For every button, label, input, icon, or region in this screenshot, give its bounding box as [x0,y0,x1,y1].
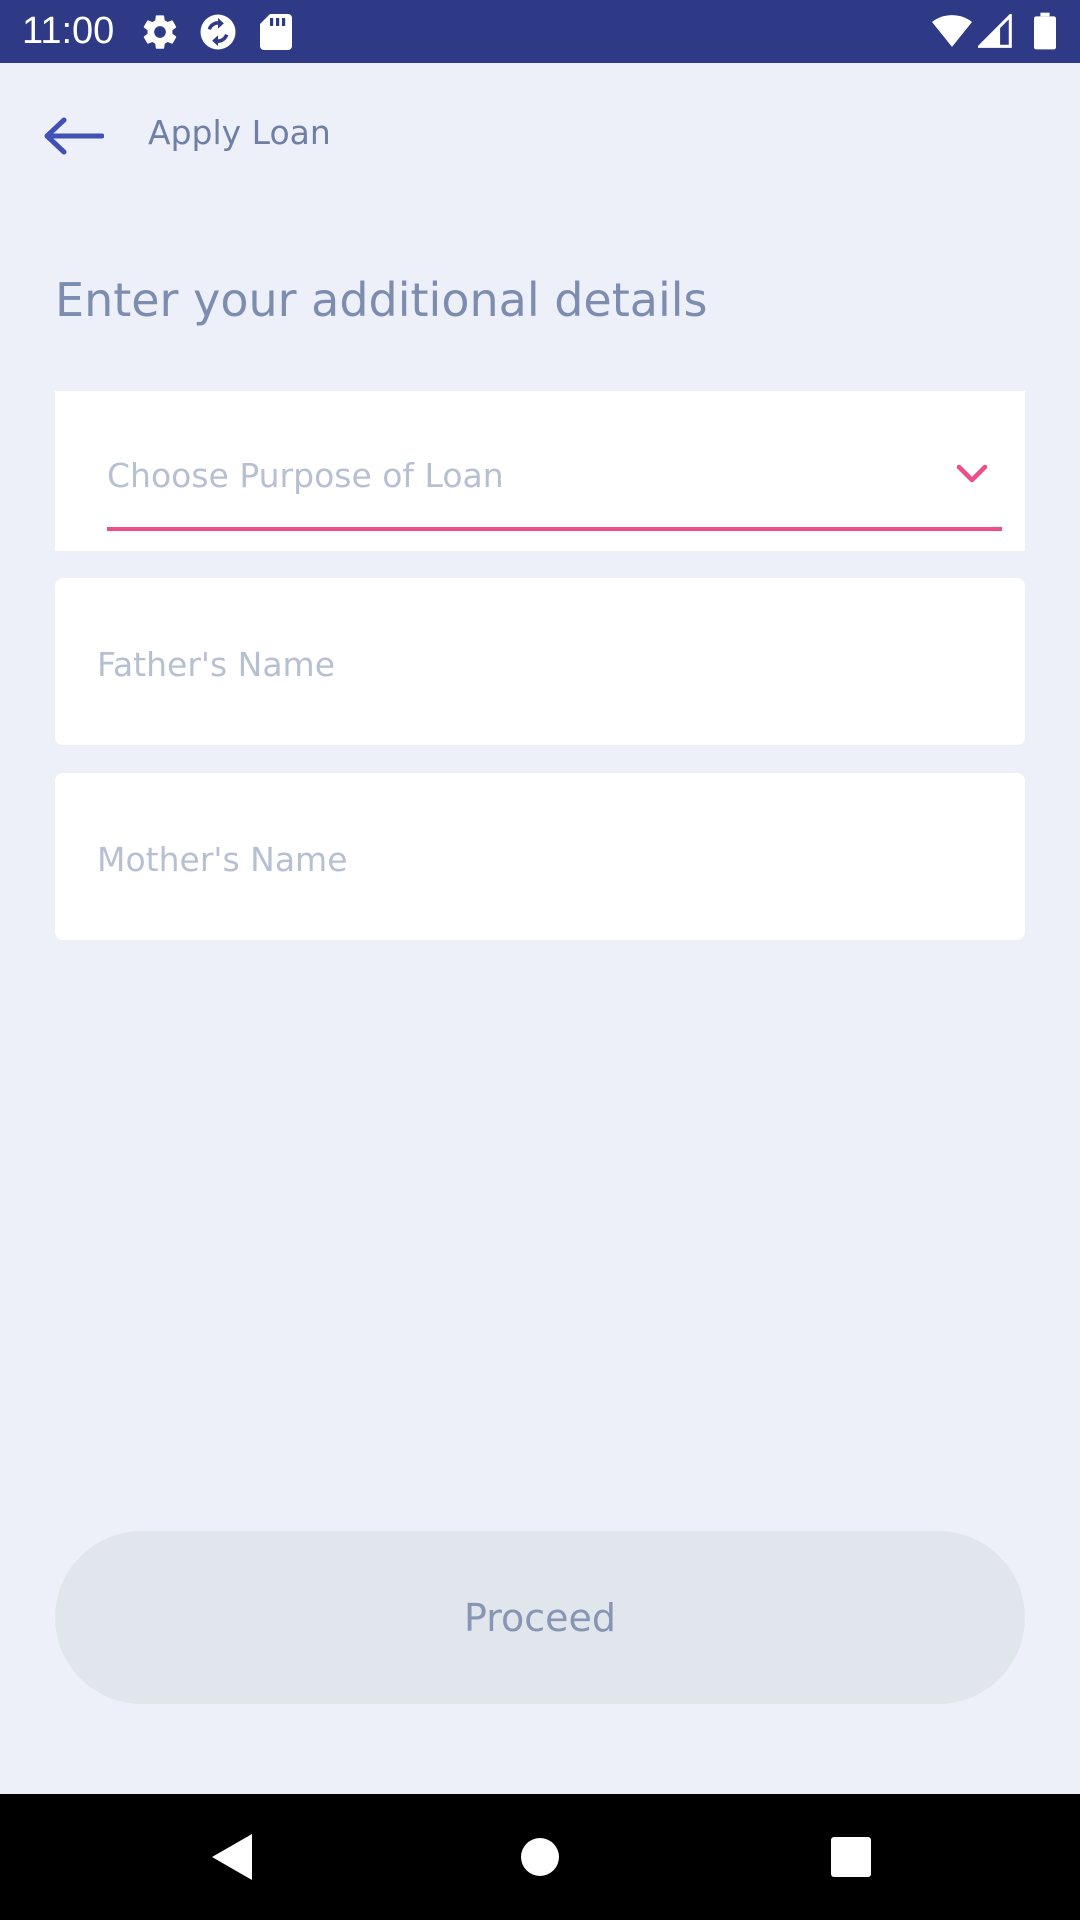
arrow-left-icon[interactable] [42,116,104,156]
header-title: Apply Loan [148,113,331,152]
home-icon[interactable] [507,1824,573,1890]
purpose-dropdown[interactable]: Choose Purpose of Loan [107,453,1002,505]
battery-icon [1034,12,1056,50]
father-name-card [55,578,1025,745]
status-icons-right [932,12,1062,52]
purpose-card: Choose Purpose of Loan [55,391,1025,551]
mother-name-input[interactable] [97,835,977,883]
back-icon[interactable] [198,1824,264,1890]
recents-icon[interactable] [818,1824,884,1890]
purpose-placeholder: Choose Purpose of Loan [107,456,504,495]
status-time: 11:00 [22,10,115,52]
app-header: Apply Loan [0,63,1080,203]
mother-name-card [55,773,1025,940]
form-heading: Enter your additional details [55,273,708,327]
chevron-down-icon [956,464,988,483]
proceed-button[interactable]: Proceed [55,1531,1025,1704]
status-bar: 11:00 [0,0,1080,63]
sync-icon [200,14,236,50]
sd-card-icon [260,14,292,50]
signal-icon [978,14,1012,48]
navigation-bar [0,1794,1080,1920]
settings-icon [143,15,177,49]
wifi-icon [932,15,972,47]
purpose-underline [107,527,1002,531]
father-name-input[interactable] [97,640,977,688]
